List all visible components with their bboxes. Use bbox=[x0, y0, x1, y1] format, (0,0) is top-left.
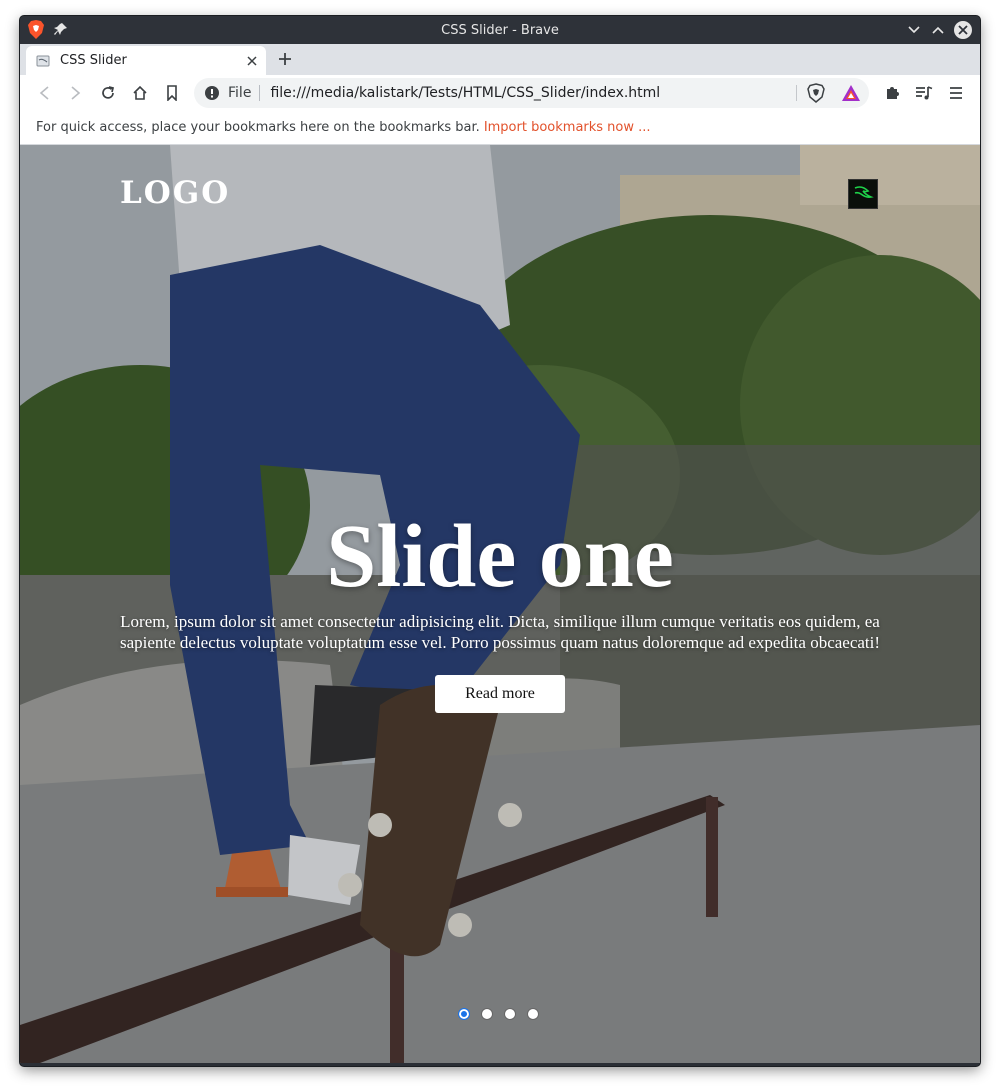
maximize-button[interactable] bbox=[929, 21, 947, 39]
new-tab-button[interactable] bbox=[276, 50, 294, 68]
import-bookmarks-link[interactable]: Import bookmarks now ... bbox=[484, 120, 651, 135]
brave-logo-icon[interactable] bbox=[28, 20, 44, 39]
kali-dragon-icon bbox=[854, 186, 874, 198]
back-button[interactable] bbox=[34, 83, 54, 103]
plus-icon bbox=[279, 53, 291, 65]
close-tab-button[interactable] bbox=[244, 53, 260, 69]
media-queue-button[interactable] bbox=[914, 83, 934, 103]
pin-icon[interactable] bbox=[54, 22, 68, 36]
main-menu-button[interactable] bbox=[946, 83, 966, 103]
close-window-button[interactable] bbox=[954, 21, 972, 39]
url-text[interactable]: file:///media/kalistark/Tests/HTML/CSS_S… bbox=[270, 85, 796, 101]
brave-rewards-icon[interactable] bbox=[841, 84, 861, 102]
close-icon bbox=[958, 25, 968, 35]
bookmark-button[interactable] bbox=[162, 83, 182, 103]
home-button[interactable] bbox=[130, 83, 150, 103]
slide-title: Slide one bbox=[326, 507, 674, 606]
puzzle-icon bbox=[887, 87, 899, 99]
tab-strip: CSS Slider bbox=[20, 44, 980, 75]
info-icon[interactable] bbox=[204, 85, 220, 101]
forward-arrow-icon bbox=[71, 86, 81, 100]
hamburger-menu-icon bbox=[950, 87, 962, 99]
bookmark-icon bbox=[167, 85, 177, 101]
chevron-up-icon bbox=[932, 26, 944, 34]
bookmarks-bar: For quick access, place your bookmarks h… bbox=[20, 111, 980, 145]
read-more-button[interactable]: Read more bbox=[435, 675, 565, 713]
playlist-icon bbox=[916, 86, 933, 100]
address-bar[interactable]: File file:///media/kalistark/Tests/HTML/… bbox=[194, 78, 869, 108]
omnibox-divider bbox=[796, 85, 797, 101]
page-favicon-icon bbox=[36, 55, 50, 66]
extensions-button[interactable] bbox=[882, 83, 902, 103]
bookmarks-message: For quick access, place your bookmarks h… bbox=[36, 120, 480, 135]
slide-dot-2[interactable] bbox=[481, 1008, 493, 1020]
scheme-label: File bbox=[228, 85, 261, 101]
tab-css-slider[interactable]: CSS Slider bbox=[26, 46, 266, 75]
app-icon[interactable] bbox=[848, 179, 878, 209]
back-arrow-icon bbox=[39, 86, 49, 100]
navigation-toolbar: File file:///media/kalistark/Tests/HTML/… bbox=[20, 75, 980, 111]
reload-button[interactable] bbox=[98, 83, 118, 103]
window-title: CSS Slider - Brave bbox=[441, 22, 559, 38]
page-viewport: LOGO Slide one Lorem, ipsum dolor sit am… bbox=[20, 145, 980, 1063]
brave-shield-icon[interactable] bbox=[807, 83, 825, 103]
slide-dot-3[interactable] bbox=[504, 1008, 516, 1020]
slider-navigation bbox=[458, 1008, 539, 1020]
close-icon bbox=[247, 55, 257, 66]
chevron-down-icon bbox=[908, 26, 920, 34]
browser-window: CSS Slider - Brave CSS Slider File file:… bbox=[20, 16, 980, 1066]
site-logo[interactable]: LOGO bbox=[120, 175, 230, 211]
tab-label: CSS Slider bbox=[60, 53, 127, 68]
slide-content: Slide one Lorem, ipsum dolor sit amet co… bbox=[20, 507, 980, 713]
home-icon bbox=[133, 85, 147, 100]
forward-button[interactable] bbox=[66, 83, 86, 103]
slide-dot-4[interactable] bbox=[527, 1008, 539, 1020]
reload-icon bbox=[102, 86, 115, 99]
minimize-button[interactable] bbox=[905, 21, 923, 39]
title-bar: CSS Slider - Brave bbox=[20, 16, 980, 44]
slide-dot-1[interactable] bbox=[458, 1008, 470, 1020]
slide-description: Lorem, ipsum dolor sit amet consectetur … bbox=[119, 612, 881, 652]
